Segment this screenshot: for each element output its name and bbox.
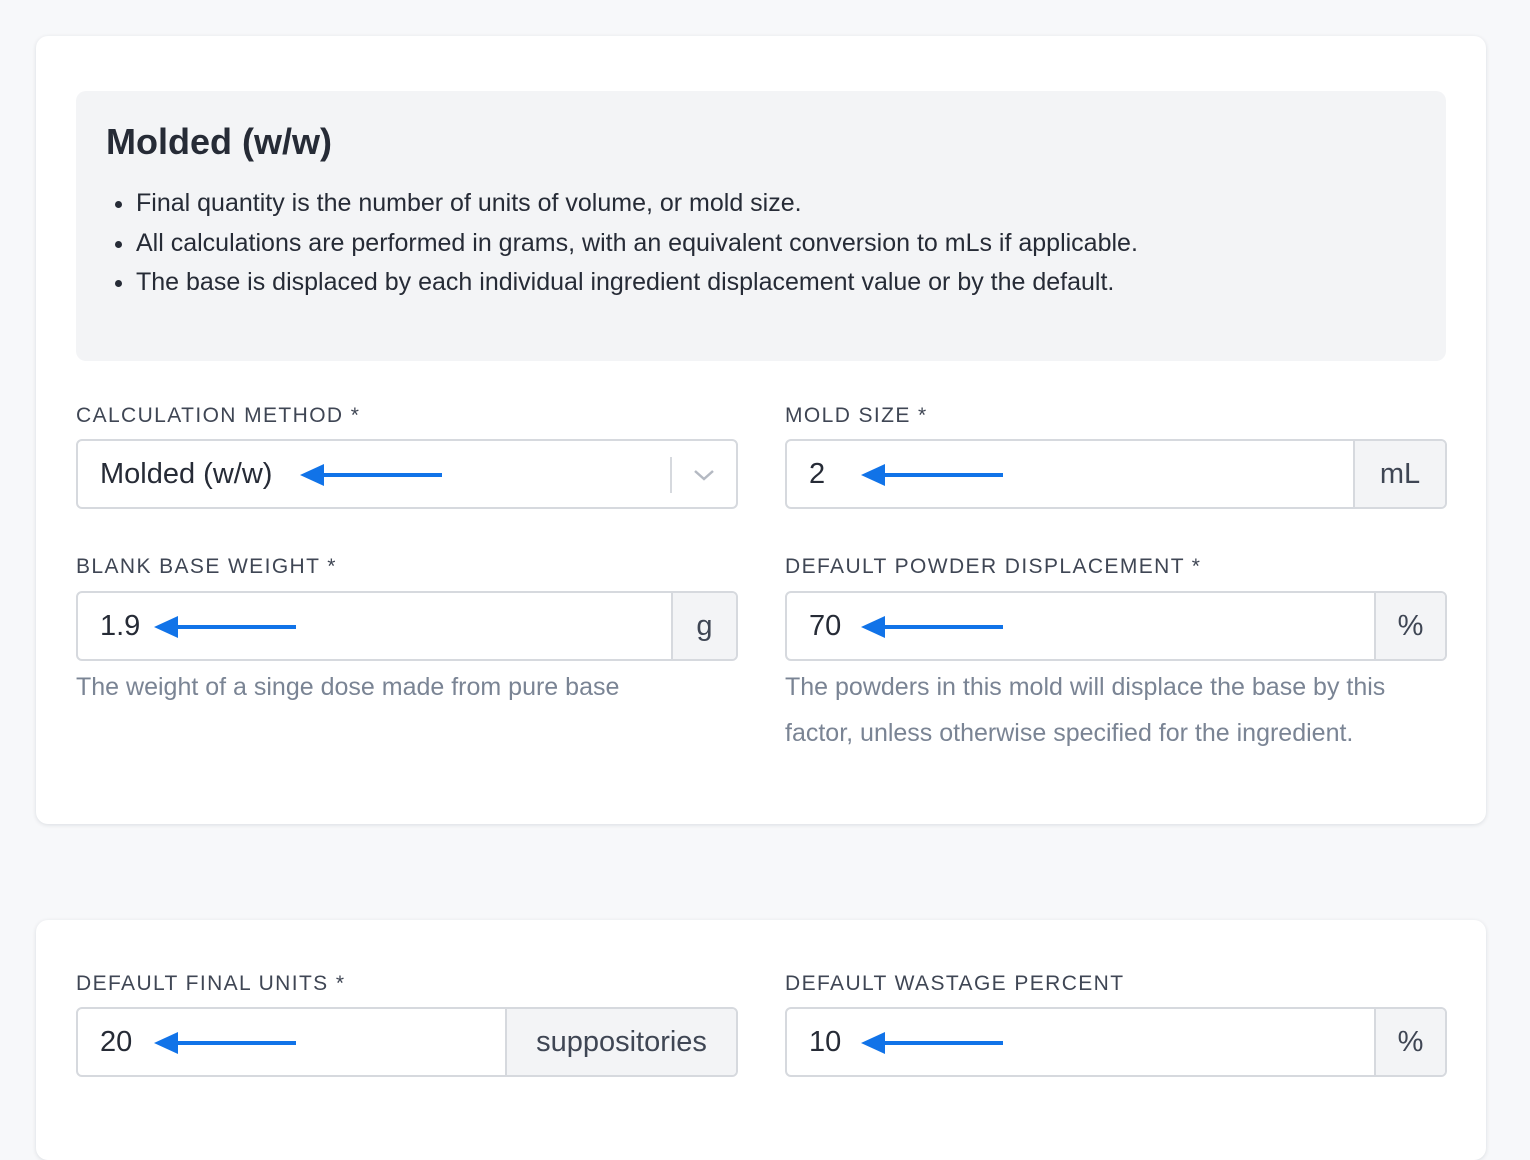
arrow-left-icon [861, 616, 1003, 638]
default-wastage-percent-input-group: 10 % [785, 1007, 1447, 1077]
mold-size-input[interactable]: 2 [787, 441, 1353, 507]
blank-base-weight-input[interactable]: 1.9 [78, 593, 671, 659]
default-powder-displacement-help: The powders in this mold will displace t… [785, 673, 1386, 747]
blank-base-weight-input-group: 1.9 g [76, 591, 738, 661]
mold-size-unit: mL [1353, 441, 1445, 507]
default-wastage-percent-input[interactable]: 10 [787, 1009, 1374, 1075]
default-powder-displacement-input-group: 70 % [785, 591, 1447, 661]
method-info-bullet: The base is displaced by each individual… [136, 263, 1138, 303]
default-wastage-percent-unit: % [1374, 1009, 1445, 1075]
mold-size-input-group: 2 mL [785, 439, 1447, 509]
default-powder-displacement-unit: % [1374, 593, 1445, 659]
default-final-units-unit: suppositories [505, 1009, 736, 1075]
default-final-units-value: 20 [100, 1025, 133, 1058]
blank-base-weight-help: The weight of a singe dose made from pur… [76, 673, 620, 701]
default-wastage-percent-label: DEFAULT WASTAGE PERCENT [785, 972, 1125, 995]
default-powder-displacement-value: 70 [809, 609, 842, 642]
calculation-method-value[interactable]: Molded (w/w) [78, 441, 736, 507]
select-divider [670, 457, 672, 493]
calculation-method-value-text: Molded (w/w) [100, 457, 273, 490]
arrow-left-icon [861, 464, 1003, 486]
default-final-units-input-group: 20 suppositories [76, 1007, 738, 1077]
blank-base-weight-value: 1.9 [100, 609, 141, 642]
arrow-left-icon [300, 464, 442, 486]
arrow-left-icon [154, 616, 296, 638]
default-powder-displacement-label: DEFAULT POWDER DISPLACEMENT * [785, 555, 1202, 578]
method-info-bullet: All calculations are performed in grams,… [136, 224, 1138, 264]
arrow-left-icon [154, 1032, 296, 1054]
method-info-title: Molded (w/w) [106, 121, 332, 162]
settings-card: Molded (w/w) Final quantity is the numbe… [36, 36, 1486, 824]
method-info-bullet: Final quantity is the number of units of… [136, 184, 1138, 224]
default-powder-displacement-input[interactable]: 70 [787, 593, 1374, 659]
mold-size-value: 2 [809, 457, 826, 490]
blank-base-weight-label: BLANK BASE WEIGHT * [76, 555, 337, 578]
defaults-card: DEFAULT FINAL UNITS * 20 suppositories D… [36, 920, 1486, 1160]
default-final-units-input[interactable]: 20 [78, 1009, 505, 1075]
mold-size-label: MOLD SIZE * [785, 404, 928, 427]
calculation-method-select[interactable]: Molded (w/w) [76, 439, 738, 509]
blank-base-weight-unit: g [671, 593, 736, 659]
method-info-list: Final quantity is the number of units of… [106, 184, 1138, 303]
default-wastage-percent-value: 10 [809, 1025, 842, 1058]
chevron-down-icon[interactable] [692, 465, 716, 485]
method-info-panel: Molded (w/w) Final quantity is the numbe… [76, 91, 1446, 361]
default-final-units-label: DEFAULT FINAL UNITS * [76, 972, 346, 995]
arrow-left-icon [861, 1032, 1003, 1054]
calculation-method-label: CALCULATION METHOD * [76, 404, 361, 427]
